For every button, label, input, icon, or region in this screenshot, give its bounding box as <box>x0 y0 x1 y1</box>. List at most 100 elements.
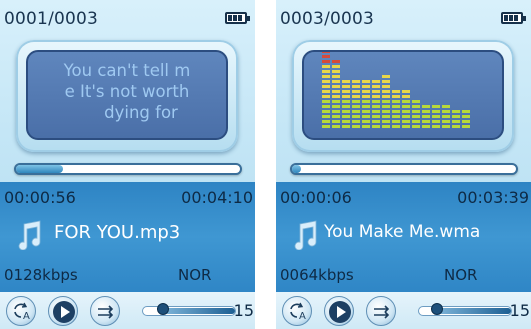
equalizer-segment <box>322 115 330 118</box>
equalizer-segment <box>332 60 340 63</box>
equalizer-segment <box>432 110 440 113</box>
play-icon <box>329 301 351 323</box>
eq-mode: NOR <box>444 266 478 284</box>
lyrics-line-1: You can't tell m <box>63 61 191 80</box>
equalizer-segment <box>422 125 430 128</box>
shuffle-button[interactable] <box>366 296 396 326</box>
elapsed-time: 00:00:06 <box>280 188 352 207</box>
equalizer-display <box>292 40 514 152</box>
play-button[interactable] <box>48 296 78 326</box>
equalizer-visualizer <box>322 52 482 128</box>
bitrate: 0128kbps <box>4 266 78 284</box>
track-title: FOR YOU.mp3 <box>54 222 181 243</box>
equalizer-segment <box>452 120 460 123</box>
equalizer-segment <box>372 85 380 88</box>
total-time: 00:04:10 <box>181 188 253 207</box>
lyrics-display: You can't tell m e It's not worth dying … <box>16 40 238 152</box>
svg-text:A: A <box>299 311 306 322</box>
equalizer-segment <box>332 115 340 118</box>
progress-fill <box>292 165 301 173</box>
volume-value: 15 <box>233 301 254 320</box>
equalizer-bar <box>342 78 350 128</box>
equalizer-segment <box>342 95 350 98</box>
equalizer-segment <box>342 125 350 128</box>
equalizer-segment <box>372 105 380 108</box>
equalizer-segment <box>392 105 400 108</box>
equalizer-segment <box>402 90 410 93</box>
equalizer-segment <box>382 125 390 128</box>
equalizer-segment <box>332 100 340 103</box>
equalizer-segment <box>362 110 370 113</box>
equalizer-segment <box>352 95 360 98</box>
equalizer-segment <box>422 110 430 113</box>
equalizer-segment <box>452 115 460 118</box>
equalizer-segment <box>322 100 330 103</box>
equalizer-segment <box>382 90 390 93</box>
equalizer-segment <box>442 125 450 128</box>
equalizer-segment <box>332 80 340 83</box>
battery-full-icon <box>225 12 250 24</box>
volume-fill <box>437 308 511 314</box>
equalizer-segment <box>322 110 330 113</box>
eq-mode: NOR <box>178 266 212 284</box>
equalizer-segment <box>402 100 410 103</box>
equalizer-segment <box>332 65 340 68</box>
lyrics-line-3: dying for <box>104 103 178 122</box>
equalizer-segment <box>342 100 350 103</box>
equalizer-segment <box>352 85 360 88</box>
repeat-all-icon: A <box>290 302 306 322</box>
equalizer-segment <box>342 110 350 113</box>
equalizer-segment <box>412 110 420 113</box>
volume-knob[interactable] <box>430 303 443 315</box>
repeat-button[interactable]: A <box>6 296 36 326</box>
equalizer-segment <box>372 120 380 123</box>
equalizer-segment <box>332 105 340 108</box>
playback-progress-bar[interactable] <box>14 163 242 175</box>
equalizer-segment <box>462 115 470 118</box>
equalizer-segment <box>322 55 330 58</box>
equalizer-segment <box>392 125 400 128</box>
equalizer-segment <box>342 105 350 108</box>
equalizer-segment <box>392 115 400 118</box>
equalizer-segment <box>442 110 450 113</box>
equalizer-segment <box>392 90 400 93</box>
control-bar: A 15 <box>276 292 531 329</box>
equalizer-segment <box>362 100 370 103</box>
svg-text:A: A <box>23 311 30 322</box>
repeat-button[interactable]: A <box>282 296 312 326</box>
equalizer-segment <box>322 125 330 128</box>
equalizer-segment <box>462 120 470 123</box>
playback-progress-bar[interactable] <box>290 163 518 175</box>
equalizer-segment <box>352 110 360 113</box>
equalizer-segment <box>382 105 390 108</box>
equalizer-segment <box>422 105 430 108</box>
equalizer-bar <box>332 58 340 128</box>
equalizer-segment <box>352 100 360 103</box>
equalizer-segment <box>412 100 420 103</box>
equalizer-segment <box>372 125 380 128</box>
lcd-screen <box>302 50 504 140</box>
equalizer-segment <box>332 70 340 73</box>
equalizer-segment <box>382 85 390 88</box>
volume-knob[interactable] <box>156 303 169 315</box>
equalizer-segment <box>362 80 370 83</box>
equalizer-segment <box>432 115 440 118</box>
music-note-icon <box>294 220 317 250</box>
track-counter: 0001/0003 <box>4 9 99 29</box>
equalizer-segment <box>362 95 370 98</box>
equalizer-segment <box>342 115 350 118</box>
equalizer-segment <box>392 95 400 98</box>
equalizer-segment <box>432 125 440 128</box>
play-button[interactable] <box>324 296 354 326</box>
shuffle-button[interactable] <box>90 296 120 326</box>
track-info-panel: 00:00:56 00:04:10 FOR YOU.mp3 0128kbps N… <box>0 182 255 292</box>
total-time: 00:03:39 <box>457 188 529 207</box>
track-info-panel: 00:00:06 00:03:39 You Make Me.wma 0064kb… <box>276 182 531 292</box>
equalizer-segment <box>452 110 460 113</box>
equalizer-segment <box>342 90 350 93</box>
shuffle-icon <box>98 305 114 319</box>
player-screen-1: 0001/0003 You can't tell m e It's not wo… <box>0 0 255 329</box>
track-title: You Make Me.wma <box>324 222 481 242</box>
equalizer-segment <box>402 120 410 123</box>
equalizer-segment <box>322 120 330 123</box>
